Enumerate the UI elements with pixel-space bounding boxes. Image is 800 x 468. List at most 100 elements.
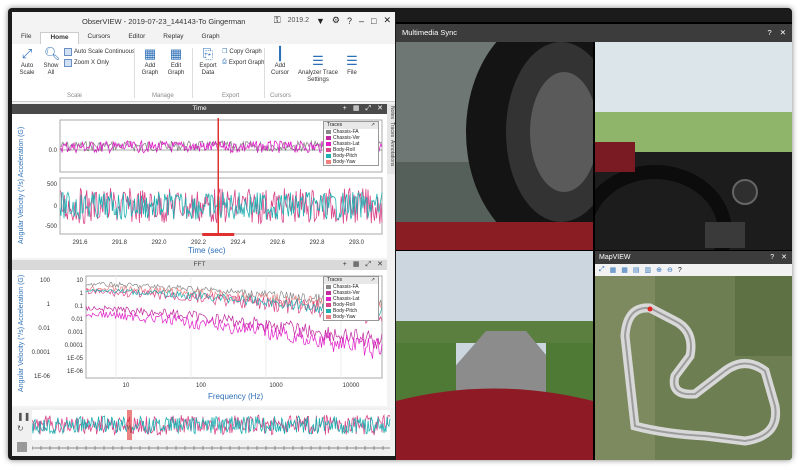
tab-cursors[interactable]: Cursors: [79, 32, 120, 44]
help-icon[interactable]: ?: [768, 24, 772, 42]
zoom-in-icon[interactable]: ⊕: [656, 266, 662, 274]
y-tick-label: 1: [80, 291, 84, 297]
y-tick-label: 10: [76, 278, 83, 284]
checkbox-icon: [64, 48, 72, 56]
y-tick-label: 0.01: [71, 317, 83, 323]
copy-graph-button[interactable]: ❐ Copy Graph: [222, 48, 262, 56]
maximize-icon[interactable]: □: [371, 16, 376, 26]
y-tick-label: 0.1: [75, 304, 84, 310]
edit-graph-button[interactable]: ▦ Edit Graph: [164, 47, 188, 77]
zoom-x-only-toggle[interactable]: Zoom X Only: [64, 59, 109, 67]
legend-swatch: [326, 315, 331, 319]
replay-strip[interactable]: ❚❚ ↻: [12, 408, 395, 456]
y-tick-label: 0.0001: [65, 343, 84, 349]
legend-swatch: [326, 136, 331, 140]
legend-title: Traces: [327, 122, 343, 128]
x-tick-label: 1000: [269, 383, 283, 389]
replay-overview-chart: [32, 410, 391, 450]
expand-icon[interactable]: ⤢: [366, 104, 372, 114]
y-tick-label: 1: [47, 302, 51, 308]
tab-file[interactable]: File: [12, 32, 40, 44]
map-layer-icon[interactable]: ▦: [610, 266, 617, 274]
track-map: [595, 276, 792, 460]
expand-arrows-icon: ⤢: [21, 46, 33, 61]
help-icon[interactable]: ?: [770, 251, 774, 264]
close-icon[interactable]: ✕: [780, 24, 786, 42]
auto-scale-button[interactable]: ⤢ Auto Scale: [16, 47, 38, 77]
fft-panel-header: FFT + ▦ ⤢ ✕: [12, 260, 387, 270]
expand-arrow-icon[interactable]: ↗: [371, 277, 375, 284]
add-icon[interactable]: +: [343, 260, 347, 270]
camera-cockpit-view[interactable]: [595, 42, 792, 250]
export-graph-button[interactable]: ⎙ Export Graph: [222, 59, 265, 66]
legend-label: Body-Yaw: [333, 314, 356, 320]
gear-icon[interactable]: ⚙: [332, 15, 340, 26]
y-tick-label: 0.0: [49, 148, 58, 154]
tab-graph[interactable]: Graph: [193, 32, 229, 44]
y-tick-label: 100: [40, 278, 51, 284]
x-tick-label: 292.8: [309, 240, 325, 246]
side-tab-traces[interactable]: Traces: [389, 122, 395, 137]
tab-home[interactable]: Home: [40, 32, 79, 44]
close-icon[interactable]: ✕: [377, 260, 383, 270]
add-cursor-button[interactable]: ┃ Add Cursor: [268, 47, 292, 77]
minimize-icon[interactable]: –: [359, 16, 364, 26]
legend-item[interactable]: Body-Yaw: [324, 159, 378, 165]
help-icon[interactable]: ?: [678, 267, 682, 274]
multimedia-title: Multimedia Sync: [402, 28, 458, 37]
export-icon: ⎘: [202, 46, 214, 61]
map-marker-icon[interactable]: ▤: [633, 266, 640, 274]
mapview-title-bar: MapVIEW ? ✕: [595, 251, 792, 264]
map-route-icon[interactable]: ▦: [621, 266, 628, 274]
close-icon[interactable]: ✕: [781, 251, 787, 264]
mapview-panel[interactable]: MapVIEW ? ✕ ⤢ ▦ ▦ ▤ ▥ ⊕ ⊖ ?: [595, 251, 792, 460]
side-tab-annotations[interactable]: Annotations: [389, 140, 395, 166]
tab-replay[interactable]: Replay: [154, 32, 192, 44]
fft-legend[interactable]: Traces ↗ Chassis-FA Chassis-Ver Chassis-Lat…: [323, 276, 379, 321]
expand-icon[interactable]: ⤢: [599, 266, 605, 274]
legend-label: Body-Yaw: [333, 159, 356, 165]
grid-icon[interactable]: ▦: [353, 104, 360, 114]
tab-editor[interactable]: Editor: [119, 32, 154, 44]
time-legend[interactable]: Traces ↗ Chassis-FA Chassis-Ver Chassis-Lat…: [323, 121, 379, 166]
analyzer-trace-settings-button[interactable]: ☰ Analyzer Trace Settings: [296, 54, 340, 84]
loop-icon[interactable]: ↻: [17, 424, 24, 433]
key-icon[interactable]: ⚿: [274, 15, 281, 26]
auto-scale-continuous-toggle[interactable]: Auto Scale Continuous: [64, 48, 135, 56]
expand-icon[interactable]: ⤢: [366, 260, 372, 270]
camera-front-view[interactable]: [396, 251, 593, 460]
add-icon[interactable]: +: [343, 104, 347, 114]
title-bar: ObserVIEW - 2019-07-23_144143-To Gingerm…: [12, 12, 395, 30]
camera-wheel-view[interactable]: [396, 42, 593, 250]
fft-ylabel: Angular Velocity (°/s) Acceleration (G): [18, 274, 25, 392]
legend-item[interactable]: Body-Yaw: [324, 314, 378, 320]
file-menu-button[interactable]: ☰ File: [342, 54, 362, 77]
y-tick-label: 1E-06: [67, 369, 84, 375]
x-tick-label: 100: [196, 383, 207, 389]
show-all-button[interactable]: 🔍︎ Show All: [40, 47, 62, 77]
version-label: 2019.2: [287, 17, 309, 24]
zoom-out-icon[interactable]: ⊖: [667, 266, 673, 274]
close-icon[interactable]: ✕: [383, 15, 391, 26]
time-panel-header: Time + ▦ ⤢ ✕: [12, 104, 387, 114]
x-tick-label: 292.4: [230, 240, 246, 246]
group-label-export: Export: [222, 93, 240, 99]
export-graph-icon: ⎙: [222, 59, 227, 65]
expand-arrow-icon[interactable]: ↗: [371, 122, 375, 129]
export-data-button[interactable]: ⎘ Export Data: [196, 47, 220, 77]
y-tick-label: 1E-06: [34, 374, 51, 380]
magnifier-icon: 🔍︎: [44, 46, 61, 61]
time-bottom-frame: [59, 177, 383, 235]
map-flag-icon[interactable]: ▥: [644, 266, 651, 274]
obserview-window: ObserVIEW - 2019-07-23_144143-To Gingerm…: [12, 12, 404, 456]
grid-icon[interactable]: ▦: [353, 260, 360, 270]
pause-icon[interactable]: ❚❚: [17, 412, 30, 421]
add-graph-button[interactable]: ▦ Add Graph: [138, 47, 162, 77]
side-tab-notes[interactable]: Notes: [389, 106, 395, 119]
time-panel-title: Time: [192, 105, 207, 112]
close-icon[interactable]: ✕: [377, 104, 383, 114]
legend-swatch: [326, 291, 331, 295]
filter-icon[interactable]: ▼: [316, 16, 325, 26]
help-icon[interactable]: ?: [347, 16, 352, 26]
stop-icon[interactable]: [17, 442, 27, 452]
